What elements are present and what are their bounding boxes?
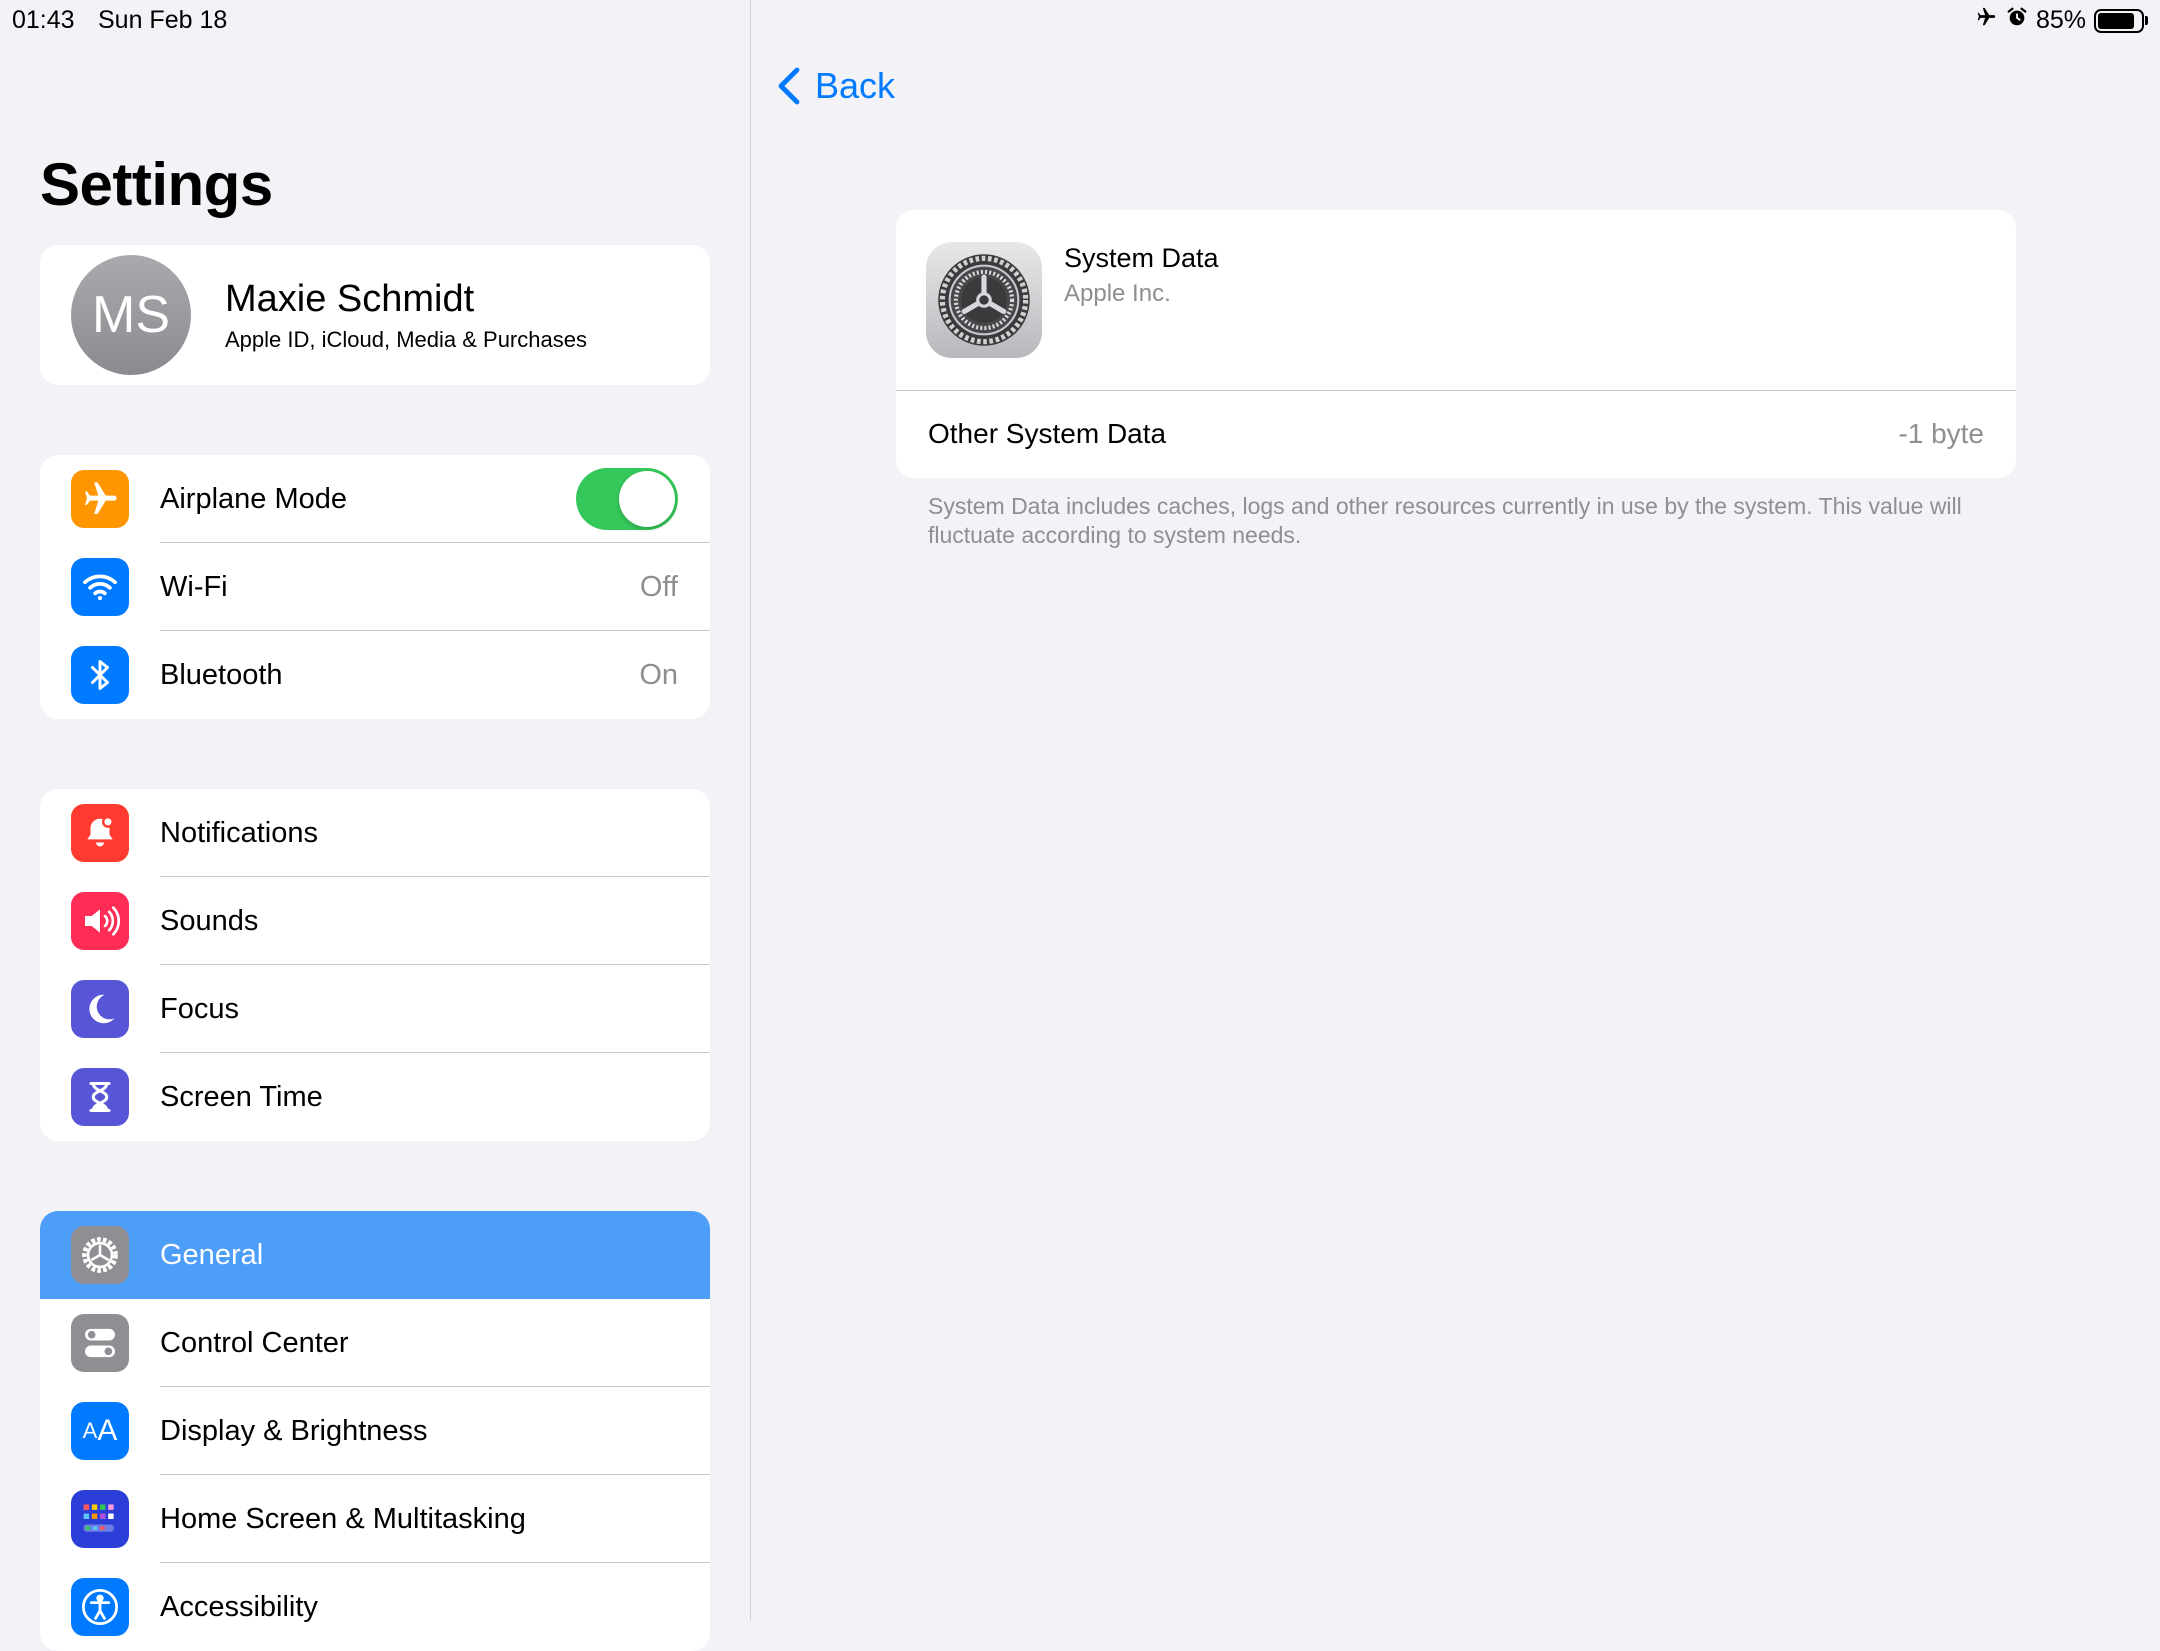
wifi-status-value: Off — [639, 571, 678, 603]
battery-percent: 85% — [2035, 6, 2086, 34]
bluetooth-icon — [71, 646, 129, 704]
toggle-knob — [619, 471, 675, 527]
sidebar-item-label: Notifications — [160, 817, 318, 849]
status-date: Sun Feb 18 — [98, 6, 228, 34]
status-time: 01:43 — [12, 6, 75, 34]
switches-icon — [71, 1314, 129, 1372]
sidebar-item-focus[interactable]: Focus — [40, 965, 710, 1053]
profile-name: Maxie Schmidt — [225, 278, 475, 320]
sidebar-item-general[interactable]: General — [40, 1211, 710, 1299]
system-data-footnote: System Data includes caches, logs and ot… — [928, 493, 1962, 548]
sidebar-item-label: Screen Time — [160, 1081, 323, 1113]
text-size-icon: AA — [71, 1402, 129, 1460]
sidebar-item-label: Control Center — [160, 1327, 349, 1359]
sidebar-item-label: Display & Brightness — [160, 1415, 428, 1447]
sidebar-item-wifi[interactable]: Wi-Fi Off — [40, 543, 710, 631]
app-name: System Data — [1064, 243, 1219, 273]
status-indicators: 85% — [1974, 6, 2148, 35]
airplane-status-icon — [1974, 6, 1998, 35]
sidebar-item-label: Sounds — [160, 905, 259, 937]
wifi-icon — [71, 558, 129, 616]
sidebar-item-label: General — [160, 1239, 264, 1271]
moon-icon — [71, 980, 129, 1038]
sidebar-item-control-center[interactable]: Control Center — [40, 1299, 710, 1387]
sidebar-item-label: Airplane Mode — [160, 483, 347, 515]
accessibility-icon — [71, 1578, 129, 1636]
app-grid-icon — [71, 1490, 129, 1548]
sidebar-item-airplane-mode[interactable]: Airplane Mode — [40, 455, 710, 543]
back-label: Back — [815, 65, 896, 106]
profile-subtitle: Apple ID, iCloud, Media & Purchases — [225, 327, 587, 352]
connectivity-group: Airplane Mode Wi-Fi Off Bluetooth On — [40, 455, 710, 719]
settings-app-icon — [926, 242, 1042, 358]
sidebar-item-label: Accessibility — [160, 1591, 318, 1623]
settings-sidebar: Settings MS Maxie Schmidt Apple ID, iClo… — [0, 0, 751, 1651]
sidebar-item-label: Home Screen & Multitasking — [160, 1503, 526, 1535]
hourglass-icon — [71, 1068, 129, 1126]
sidebar-item-accessibility[interactable]: Accessibility — [40, 1563, 710, 1651]
avatar: MS — [71, 255, 191, 375]
system-data-card: System Data Apple Inc. Other System Data… — [896, 210, 2016, 478]
bell-icon — [71, 804, 129, 862]
airplane-icon — [71, 470, 129, 528]
notifications-group: Notifications Sounds Focus Screen Time — [40, 789, 710, 1141]
app-vendor: Apple Inc. — [1064, 280, 1171, 307]
back-button[interactable]: Back — [777, 65, 895, 107]
other-system-data-value: -1 byte — [1898, 418, 1984, 449]
bluetooth-status-value: On — [639, 659, 678, 691]
battery-icon — [2094, 8, 2144, 33]
apple-id-profile-cell[interactable]: MS Maxie Schmidt Apple ID, iCloud, Media… — [40, 245, 710, 385]
sidebar-item-sounds[interactable]: Sounds — [40, 877, 710, 965]
gear-icon — [71, 1226, 129, 1284]
other-system-data-label: Other System Data — [928, 418, 1167, 449]
airplane-mode-toggle[interactable] — [576, 468, 678, 530]
sidebar-item-display-brightness[interactable]: AA Display & Brightness — [40, 1387, 710, 1475]
sidebar-item-bluetooth[interactable]: Bluetooth On — [40, 631, 710, 719]
speaker-icon — [71, 892, 129, 950]
chevron-left-icon — [778, 67, 800, 105]
sidebar-item-notifications[interactable]: Notifications — [40, 789, 710, 877]
battery-level — [2098, 12, 2134, 29]
sidebar-item-label: Wi-Fi — [160, 571, 228, 603]
detail-pane: Back System Data Apple Inc. Other System… — [751, 0, 2160, 1620]
sidebar-item-screen-time[interactable]: Screen Time — [40, 1053, 710, 1141]
status-bar: 01:43 Sun Feb 18 85% — [0, 0, 2160, 40]
sidebar-item-label: Focus — [160, 993, 239, 1025]
alarm-status-icon — [2006, 6, 2028, 35]
system-group: General Control Center AA Display & Brig… — [40, 1211, 710, 1651]
sidebar-item-home-screen[interactable]: Home Screen & Multitasking — [40, 1475, 710, 1563]
sidebar-title: Settings — [40, 151, 273, 218]
sidebar-item-label: Bluetooth — [160, 659, 283, 691]
